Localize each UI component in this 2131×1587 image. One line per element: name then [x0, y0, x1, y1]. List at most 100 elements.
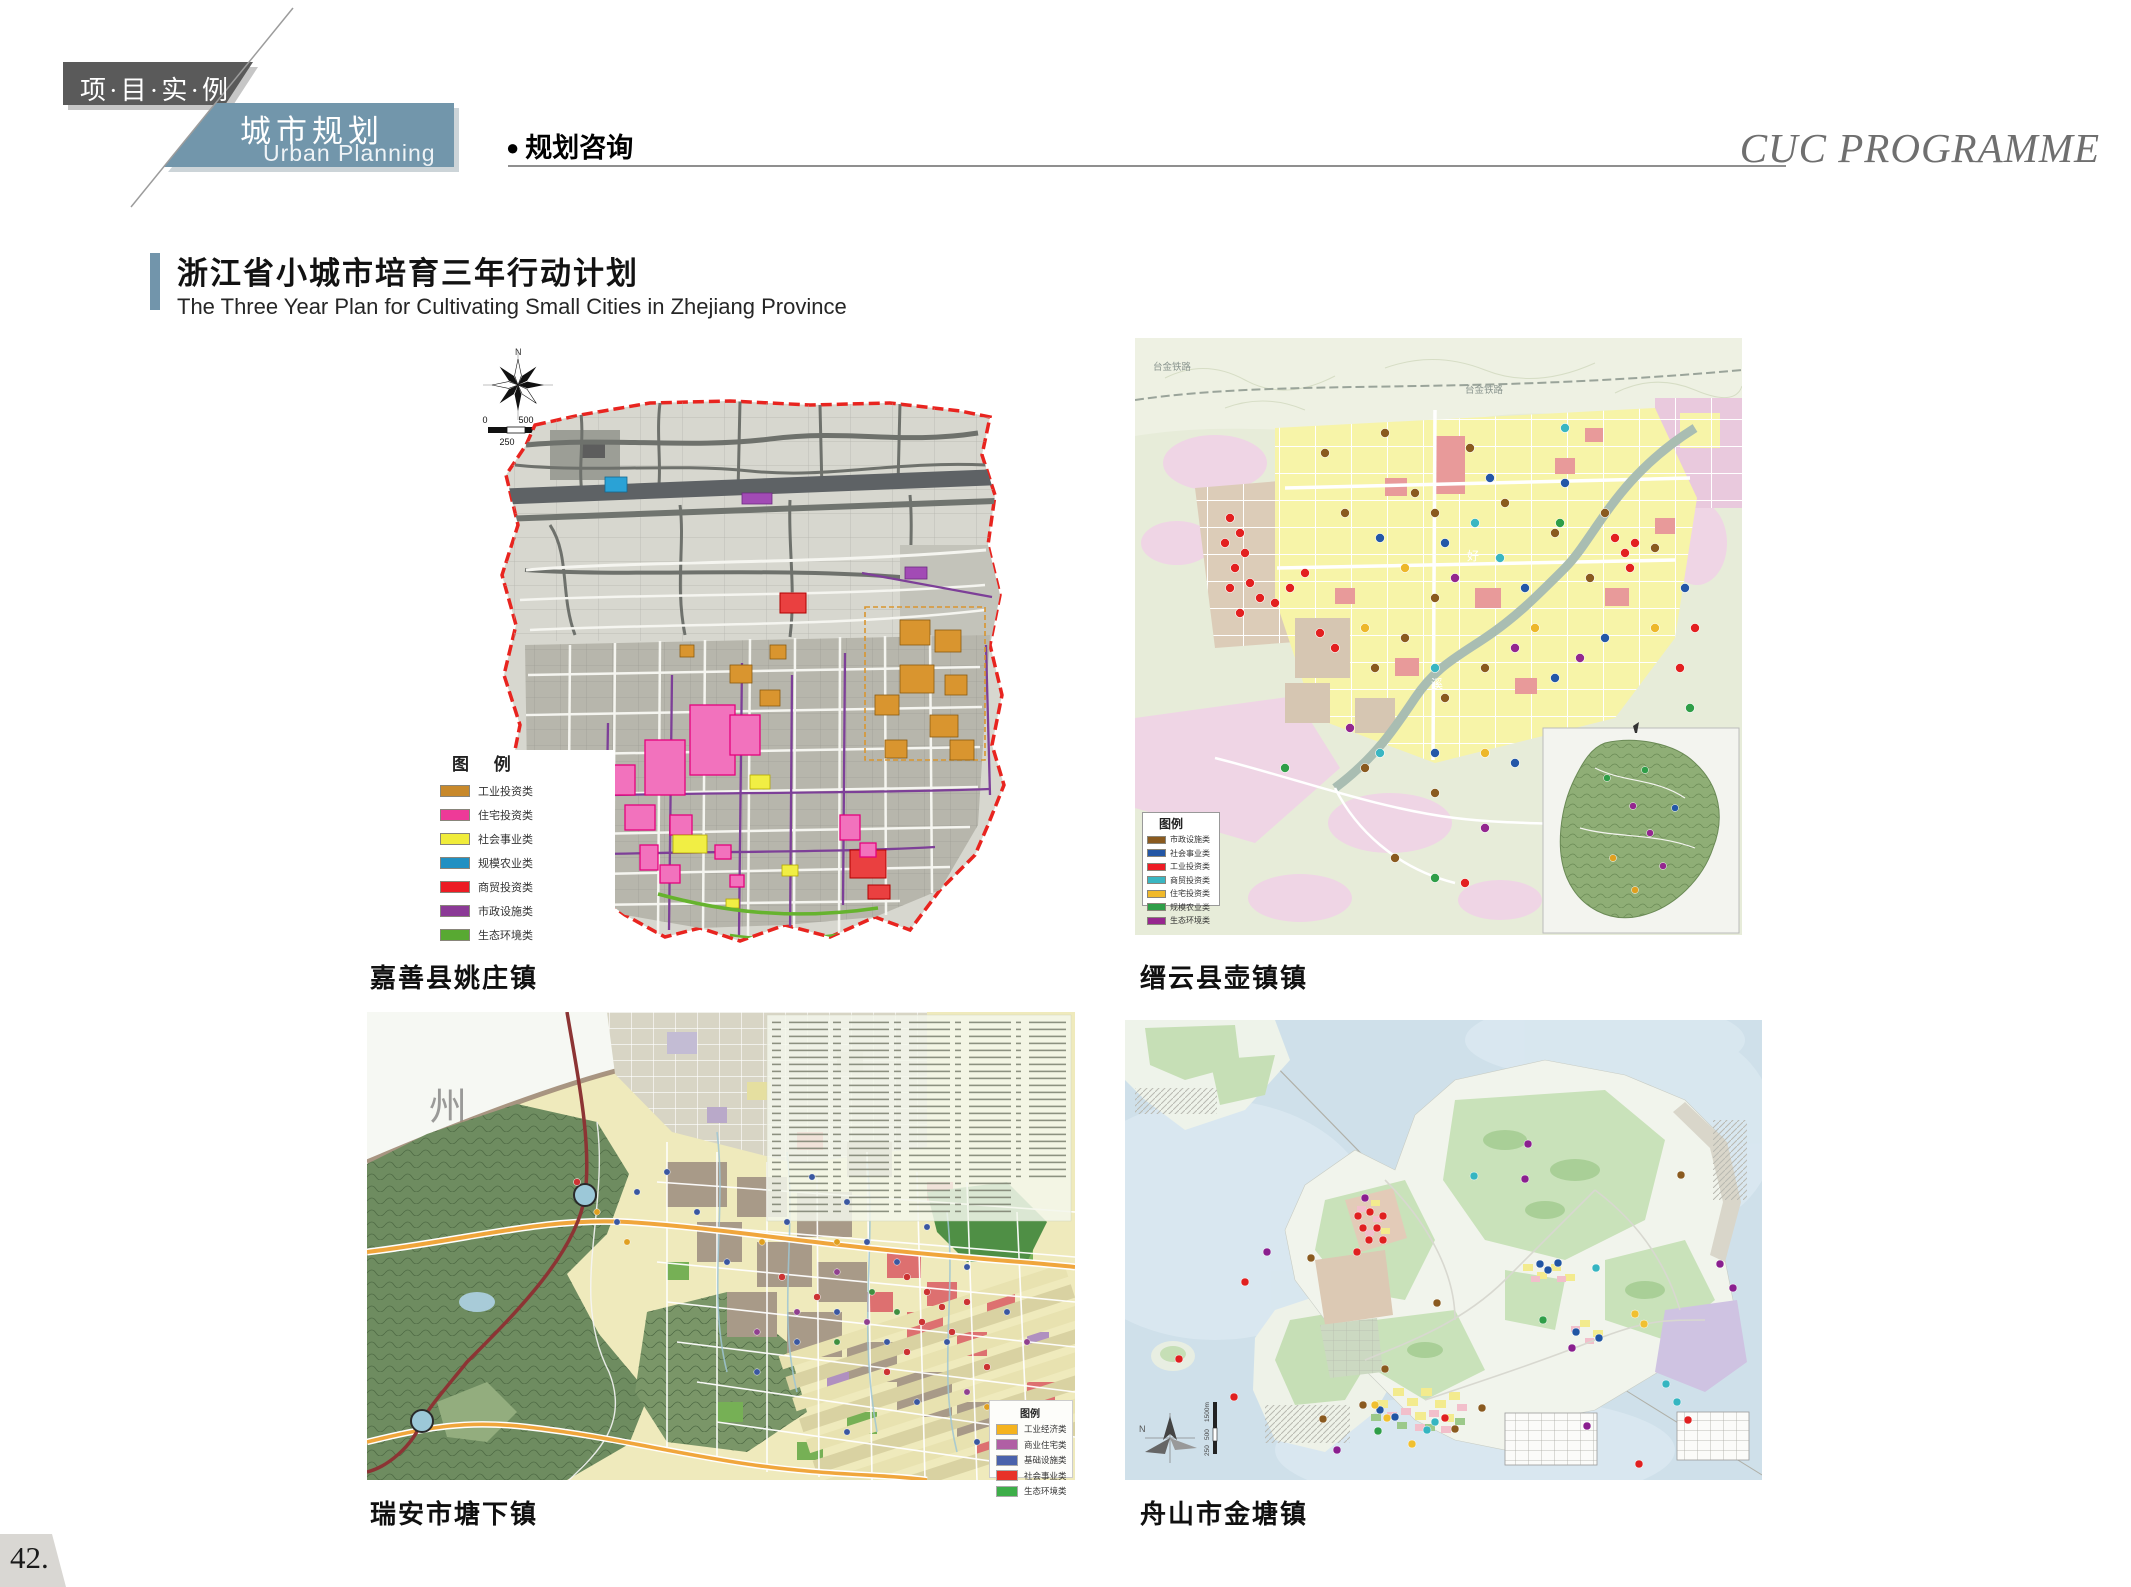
legend-item: 生态环境类 — [440, 927, 615, 943]
map2-legend: 图例 市政设施类社会事业类工业投资类商贸投资类住宅投资类规模农业类生态环境类 — [1142, 812, 1220, 906]
legend-items: 工业经济类商业住宅类基础设施类社会事业类生态环境类 — [996, 1423, 1072, 1497]
scale-500: 500 — [518, 415, 533, 425]
legend-label: 基础设施类 — [1024, 1454, 1067, 1466]
legend-swatch — [996, 1470, 1018, 1481]
legend-label: 商业住宅类 — [1024, 1439, 1067, 1451]
project-examples-tag: 项·目·实·例 — [80, 70, 250, 107]
legend-item: 商贸投资类 — [440, 879, 615, 895]
legend-item: 商业住宅类 — [996, 1439, 1072, 1451]
legend-item: 工业经济类 — [996, 1423, 1072, 1435]
legend-item: 住宅投资类 — [440, 807, 615, 823]
legend-swatch — [440, 809, 470, 821]
legend-swatch — [1147, 876, 1166, 884]
legend-swatch — [440, 905, 470, 917]
title-accent-bar — [150, 253, 160, 310]
map4-caption: 舟山市金塘镇 — [1140, 1494, 1308, 1531]
map-zhoushan-jintang: N 1500m 500 250 — [1125, 1020, 1762, 1480]
legend-label: 市政设施类 — [1170, 834, 1210, 845]
map1-legend: 图 例 工业投资类住宅投资类社会事业类规模农业类商贸投资类市政设施类生态环境类 — [440, 750, 615, 915]
compass-north-label: N — [515, 347, 522, 357]
legend-item: 商贸投资类 — [1147, 875, 1219, 886]
plan-title-en: The Three Year Plan for Cultivating Smal… — [177, 294, 847, 320]
legend-item: 工业投资类 — [440, 783, 615, 799]
compass-rose-icon: N — [483, 347, 553, 420]
map-ruian-tangxia: 州 — [367, 1012, 1075, 1480]
legend-label: 商贸投资类 — [1170, 875, 1210, 886]
river-name-char1: 好 — [1467, 549, 1479, 563]
railway-label: 台金铁路 — [1153, 361, 1192, 373]
scale-0: 0 — [482, 415, 487, 425]
legend-title: 图例 — [1020, 1405, 1072, 1420]
page-number: 42. — [10, 1540, 49, 1576]
legend-label: 工业投资类 — [478, 783, 533, 799]
bullet-icon: ● — [506, 135, 519, 160]
legend-item: 社会事业类 — [440, 831, 615, 847]
legend-item: 基础设施类 — [996, 1454, 1072, 1466]
legend-swatch — [1147, 849, 1166, 857]
legend-items: 市政设施类社会事业类工业投资类商贸投资类住宅投资类规模农业类生态环境类 — [1147, 834, 1219, 926]
legend-item: 生态环境类 — [996, 1485, 1072, 1497]
legend-item: 生态环境类 — [1147, 915, 1219, 926]
legend-swatch — [1147, 836, 1166, 844]
legend-swatch — [1147, 863, 1166, 871]
legend-item: 规模农业类 — [440, 855, 615, 871]
interchange-node — [574, 1184, 596, 1206]
legend-label: 生态环境类 — [1170, 915, 1210, 926]
legend-swatch — [1147, 903, 1166, 911]
legend-label: 规模农业类 — [1170, 902, 1210, 913]
legend-swatch — [996, 1424, 1018, 1435]
legend-label: 规模农业类 — [478, 855, 533, 871]
legend-label: 社会事业类 — [1170, 848, 1210, 859]
map3-caption: 瑞安市塘下镇 — [370, 1494, 538, 1531]
legend-item: 住宅投资类 — [1147, 888, 1219, 899]
legend-item: 市政设施类 — [440, 903, 615, 919]
islet — [1151, 1341, 1195, 1371]
scale-500: 500 — [1204, 1429, 1211, 1440]
plan-title-cn: 浙江省小城市培育三年行动计划 — [177, 248, 639, 293]
legend-item: 社会事业类 — [1147, 848, 1219, 859]
legend-swatch — [440, 833, 470, 845]
legend-label: 社会事业类 — [478, 831, 533, 847]
category-title-en: Urban Planning — [263, 140, 436, 167]
legend-label: 住宅投资类 — [1170, 888, 1210, 899]
section-heading: ●规划咨询 — [506, 126, 633, 165]
map-jinyun-huzhen: 台金铁路 台金铁路 — [1135, 338, 1742, 935]
legend-label: 工业经济类 — [1024, 1423, 1067, 1435]
map3-legend: 图例 工业经济类商业住宅类基础设施类社会事业类生态环境类 — [989, 1400, 1073, 1478]
legend-swatch — [1147, 917, 1166, 925]
legend-label: 生态环境类 — [1024, 1485, 1067, 1497]
legend-label: 生态环境类 — [478, 927, 533, 943]
map2-caption: 缙云县壶镇镇 — [1140, 958, 1308, 995]
legend-item: 社会事业类 — [996, 1470, 1072, 1482]
river-name-char2: 溪 — [1431, 677, 1443, 691]
compass-north-label: N — [1139, 1424, 1146, 1434]
legend-item: 工业投资类 — [1147, 861, 1219, 872]
legend-label: 住宅投资类 — [478, 807, 533, 823]
legend-label: 商贸投资类 — [478, 879, 533, 895]
brochure-page: 项·目·实·例 城市规划 Urban Planning ●规划咨询 CUC PR… — [0, 0, 2131, 1587]
legend-swatch — [440, 857, 470, 869]
legend-swatch — [440, 881, 470, 893]
legend-items: 工业投资类住宅投资类社会事业类规模农业类商贸投资类市政设施类生态环境类 — [440, 783, 615, 943]
legend-title: 图例 — [1159, 815, 1219, 832]
county-inset-map — [1543, 722, 1739, 933]
legend-title: 图 例 — [452, 750, 615, 775]
legend-label: 社会事业类 — [1024, 1470, 1067, 1482]
section-heading-label: 规划咨询 — [525, 133, 633, 163]
legend-swatch — [440, 785, 470, 797]
legend-label: 工业投资类 — [1170, 861, 1210, 872]
scale-1500: 1500m — [1204, 1402, 1211, 1422]
scale-250: 250 — [1204, 1445, 1211, 1456]
legend-swatch — [440, 929, 470, 941]
railway-label: 台金铁路 — [1465, 384, 1504, 396]
interchange-node — [411, 1410, 433, 1432]
project-index-panel — [767, 1015, 1071, 1221]
scale-250: 250 — [499, 437, 514, 447]
legend-swatch — [1147, 890, 1166, 898]
legend-label: 市政设施类 — [478, 903, 533, 919]
legend-swatch — [996, 1486, 1018, 1497]
header-rule — [508, 165, 1786, 167]
legend-item: 规模农业类 — [1147, 902, 1219, 913]
legend-item: 市政设施类 — [1147, 834, 1219, 845]
legend-swatch — [996, 1439, 1018, 1450]
